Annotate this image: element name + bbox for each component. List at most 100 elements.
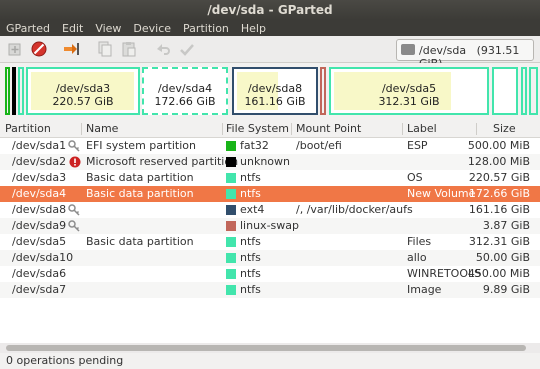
map-partition-sda10[interactable]	[492, 67, 518, 115]
map-partition-sda8[interactable]: /dev/sda8 161.16 GiB	[232, 67, 318, 115]
partition-size: 312.31 GiB	[468, 235, 530, 248]
table-row[interactable]: /dev/sda7 ntfs Image 9.89 GiB	[0, 282, 540, 298]
map-label-sda4: /dev/sda4	[157, 82, 213, 95]
key-icon	[68, 204, 80, 216]
map-partition-sda3-edge[interactable]	[18, 67, 24, 115]
partition-name: Basic data partition	[86, 235, 194, 248]
partition-path: /dev/sda4	[12, 187, 67, 200]
toolbar: /dev/sda (931.51 GiB)	[0, 36, 540, 70]
filesystem-color-swatch	[226, 173, 236, 183]
menu-view[interactable]: View	[89, 20, 127, 35]
window-title: /dev/sda - GParted	[207, 3, 333, 17]
table-row[interactable]: /dev/sda1 EFI system partition fat32/boot/…	[0, 138, 540, 154]
key-icon	[68, 140, 80, 152]
partition-size: 50.00 GiB	[475, 251, 530, 264]
filesystem-color-swatch	[226, 237, 236, 247]
mount-point: /, /var/lib/docker/aufs	[296, 203, 413, 216]
map-label-sda5: /dev/sda5	[381, 82, 437, 95]
key-icon	[68, 220, 80, 232]
disk-icon	[401, 44, 415, 55]
menu-device[interactable]: Device	[127, 20, 177, 35]
partition-label: allo	[407, 251, 427, 264]
table-row[interactable]: /dev/sda4 Basic data partition ntfs New Vol…	[0, 186, 540, 202]
filesystem-color-swatch	[226, 285, 236, 295]
partition-size: 9.89 GiB	[482, 283, 530, 296]
table-row[interactable]: /dev/sda6 ntfs WINRETOOLS 450.00 MiB	[0, 266, 540, 282]
filesystem-type: ntfs	[240, 187, 261, 200]
table-row[interactable]: /dev/sda3 Basic data partition ntfs OS 220.5…	[0, 170, 540, 186]
filesystem-color-swatch	[226, 189, 236, 199]
table-row[interactable]: /dev/sda9 linux-swap 3.87 GiB	[0, 218, 540, 234]
table-row[interactable]: /dev/sda5 Basic data partition ntfs Files 31…	[0, 234, 540, 250]
map-partition-sda6[interactable]	[521, 67, 527, 115]
partition-path: /dev/sda9	[12, 219, 67, 232]
map-partition-sda4[interactable]: /dev/sda4 172.66 GiB	[142, 67, 228, 115]
apply-icon[interactable]	[178, 40, 196, 58]
menu-partition[interactable]: Partition	[177, 20, 235, 35]
partition-size: 128.00 MiB	[467, 155, 530, 168]
copy-icon[interactable]	[96, 40, 114, 58]
table-header: Partition Name File System Mount Point L…	[0, 121, 540, 138]
partition-path: /dev/sda2	[12, 155, 67, 168]
map-partition-sda1[interactable]	[5, 67, 10, 115]
partition-map: /dev/sda3 220.57 GiB /dev/sda4 172.66 GiB …	[0, 63, 540, 119]
map-label-sda3: /dev/sda3	[55, 82, 111, 95]
new-partition-icon[interactable]	[6, 40, 24, 58]
filesystem-color-swatch	[226, 205, 236, 215]
title-bar: /dev/sda - GParted	[0, 0, 540, 20]
paste-icon[interactable]	[120, 40, 138, 58]
filesystem-color-swatch	[226, 269, 236, 279]
resize-move-icon[interactable]	[62, 40, 80, 58]
partition-label: New Volume	[407, 187, 476, 200]
filesystem-color-swatch	[226, 141, 236, 151]
delete-icon[interactable]	[30, 40, 48, 58]
filesystem-color-swatch	[226, 253, 236, 263]
status-bar: 0 operations pending	[0, 353, 540, 369]
partition-size: 450.00 MiB	[467, 267, 530, 280]
partition-name: Basic data partition	[86, 171, 194, 184]
menu-bar: GParted Edit View Device Partition Help	[0, 20, 540, 36]
map-partition-sda9[interactable]	[320, 67, 326, 115]
partition-label: ESP	[407, 139, 428, 152]
map-size-sda4: 172.66 GiB	[154, 95, 216, 108]
map-partition-sda2[interactable]	[12, 67, 16, 115]
partition-label: OS	[407, 171, 423, 184]
partition-label: Image	[407, 283, 442, 296]
column-partition[interactable]: Partition	[5, 122, 51, 135]
device-selector[interactable]: /dev/sda (931.51 GiB)	[396, 39, 534, 70]
table-row[interactable]: /dev/sda10 ntfs allo 50.00 GiB	[0, 250, 540, 266]
horizontal-scrollbar[interactable]	[0, 343, 540, 353]
menu-edit[interactable]: Edit	[56, 20, 89, 35]
undo-icon[interactable]	[154, 40, 172, 58]
partition-table: Partition Name File System Mount Point L…	[0, 121, 540, 343]
menu-help[interactable]: Help	[235, 20, 272, 35]
filesystem-type: ntfs	[240, 171, 261, 184]
map-partition-sda5[interactable]: /dev/sda5 312.31 GiB	[329, 67, 489, 115]
mount-point: /boot/efi	[296, 139, 342, 152]
partition-path: /dev/sda3	[12, 171, 67, 184]
filesystem-type: ntfs	[240, 283, 261, 296]
table-row[interactable]: /dev/sda8 ext4 /, /var/lib/docker/aufs 161.…	[0, 202, 540, 218]
filesystem-type: linux-swap	[240, 219, 299, 232]
column-name[interactable]: Name	[86, 122, 118, 135]
partition-path: /dev/sda8	[12, 203, 67, 216]
menu-gparted[interactable]: GParted	[0, 20, 56, 35]
partition-size: 172.66 GiB	[468, 187, 530, 200]
scrollbar-thumb[interactable]	[6, 345, 526, 351]
column-filesystem[interactable]: File System	[226, 122, 289, 135]
partition-path: /dev/sda5	[12, 235, 67, 248]
column-mountpoint[interactable]: Mount Point	[296, 122, 361, 135]
filesystem-color-swatch	[226, 157, 236, 167]
partition-size: 220.57 GiB	[468, 171, 530, 184]
device-name: /dev/sda	[419, 44, 467, 57]
table-row[interactable]: /dev/sda2 Microsoft reserved partition unk…	[0, 154, 540, 170]
map-size-sda3: 220.57 GiB	[52, 95, 114, 108]
partition-size: 3.87 GiB	[482, 219, 530, 232]
partition-name: EFI system partition	[86, 139, 196, 152]
map-partition-sda3[interactable]: /dev/sda3 220.57 GiB	[26, 67, 140, 115]
column-label[interactable]: Label	[407, 122, 437, 135]
filesystem-color-swatch	[226, 221, 236, 231]
column-size[interactable]: Size	[493, 122, 516, 135]
map-partition-sda7[interactable]	[529, 67, 538, 115]
partition-path: /dev/sda6	[12, 267, 67, 280]
